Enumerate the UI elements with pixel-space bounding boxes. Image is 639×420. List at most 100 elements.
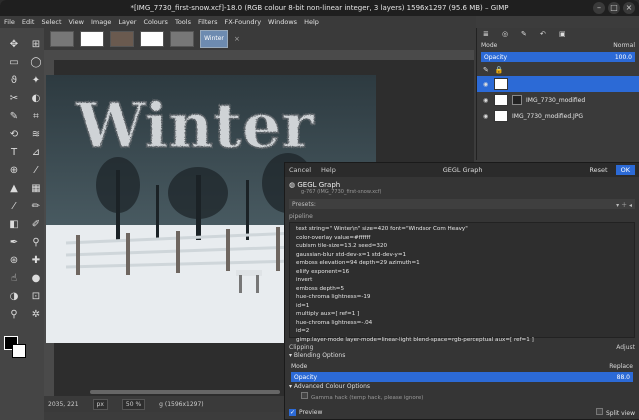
layer-thumbnail	[494, 78, 508, 90]
visibility-eye-icon[interactable]: ◉	[483, 97, 490, 104]
heal-tool-icon[interactable]: ✚	[28, 254, 44, 268]
color-picker-icon[interactable]: ⁄	[28, 164, 44, 178]
measure-tool-icon[interactable]: ⊿	[28, 146, 44, 160]
clone-tool-icon[interactable]: ⊛	[6, 254, 22, 268]
layer-row[interactable]: ◉ IMG_7730_modified.JPG	[477, 108, 639, 124]
image-tab-4[interactable]	[140, 31, 164, 47]
cancel-button[interactable]: Cancel	[289, 166, 311, 174]
bucket-fill-icon[interactable]: ▲	[6, 182, 22, 196]
close-tab-icon[interactable]: ×	[234, 36, 240, 43]
handle-transform-icon[interactable]: ⊡	[28, 290, 44, 304]
color-swatches[interactable]	[4, 336, 28, 360]
free-select-icon[interactable]: ϑ	[6, 74, 22, 88]
paths-tool-icon[interactable]: ✎	[6, 110, 22, 124]
undo-tab-icon[interactable]: ↶	[540, 30, 549, 38]
airbrush-icon[interactable]: ✐	[28, 218, 44, 232]
search-icon[interactable]: ⚲	[6, 308, 22, 322]
rect-select-icon[interactable]: ▭	[6, 56, 22, 70]
unified-transform-icon[interactable]: ⟲	[6, 128, 22, 142]
eraser-icon[interactable]: ◧	[6, 218, 22, 232]
background-color[interactable]	[12, 344, 26, 358]
split-view-checkbox[interactable]: Split view	[595, 407, 635, 417]
mypaint-brush-icon[interactable]: ⚲	[28, 236, 44, 250]
gamma-hack-checkbox[interactable]: Gamma hack (temp hack, please ignore)	[285, 392, 639, 401]
image-tab-2[interactable]	[80, 31, 104, 47]
move-tool-icon[interactable]: ✥	[6, 38, 22, 52]
reset-button[interactable]: Reset	[589, 166, 607, 174]
advanced-colour-label: Advanced Colour Options	[293, 383, 370, 390]
visibility-eye-icon[interactable]: ◉	[483, 113, 490, 120]
image-tab-1[interactable]	[50, 31, 74, 47]
brushes-tab-icon[interactable]: ▣	[559, 30, 568, 38]
presets-controls[interactable]: ▾ ＋ ◂	[616, 200, 632, 209]
gimp-window: *[IMG_7730_first-snow.xcf]-18.0 (RGB col…	[0, 0, 639, 420]
image-tab-5[interactable]	[170, 31, 194, 47]
ink-tool-icon[interactable]: ✒	[6, 236, 22, 250]
blur-tool-icon[interactable]: ●	[28, 272, 44, 286]
zoom-tool-icon[interactable]: ⊕	[6, 164, 22, 178]
unit-select[interactable]: px	[92, 398, 108, 410]
close-icon[interactable]: ×	[623, 2, 635, 14]
text-tool-icon[interactable]: T	[6, 146, 22, 160]
pencil-icon[interactable]: ✏	[28, 200, 44, 214]
split-view-box[interactable]	[595, 407, 603, 415]
preview-check-icon[interactable]: ✓	[289, 408, 296, 416]
lock-pixels-icon[interactable]: ✎	[483, 66, 489, 74]
foreground-select-icon[interactable]: ◐	[28, 92, 44, 106]
maximize-icon[interactable]: □	[608, 2, 620, 14]
menu-fx-foundry[interactable]: FX-Foundry	[224, 18, 261, 26]
paths-tab-icon[interactable]: ✎	[521, 30, 530, 38]
crop-tool-icon[interactable]: ⌗	[28, 110, 44, 124]
presets-row[interactable]: Presets: ▾ ＋ ◂	[289, 199, 635, 209]
layers-tab-icon[interactable]: ≣	[483, 30, 492, 38]
pipeline-textarea[interactable]: text string=" Winter\n" size=420 font="W…	[289, 222, 635, 343]
image-tab-3[interactable]	[110, 31, 134, 47]
smudge-tool-icon[interactable]: ☝	[6, 272, 22, 286]
preview-checkbox[interactable]: ✓ Preview	[289, 408, 322, 416]
clipping-select[interactable]: Adjust	[616, 344, 635, 351]
help-button[interactable]: Help	[321, 166, 336, 174]
menu-filters[interactable]: Filters	[198, 18, 217, 26]
menu-help[interactable]: Help	[304, 18, 319, 26]
gamma-checkbox-box[interactable]	[301, 392, 308, 399]
menu-windows[interactable]: Windows	[268, 18, 297, 26]
pipeline-line: color-overlay value=#ffffff	[296, 234, 371, 241]
pipeline-line: id=1	[296, 302, 310, 309]
blending-options-expander[interactable]: ▾ Blending Options	[285, 352, 639, 361]
minimize-icon[interactable]: –	[593, 2, 605, 14]
visibility-eye-icon[interactable]: ◉	[483, 81, 490, 88]
lock-alpha-icon[interactable]: 🔒	[495, 66, 504, 74]
dodge-burn-icon[interactable]: ◑	[6, 290, 22, 304]
gradient-tool-icon[interactable]: ▦	[28, 182, 44, 196]
layer-mode-select[interactable]: Normal	[613, 42, 635, 49]
align-tool-icon[interactable]: ⊞	[28, 38, 44, 52]
menu-select[interactable]: Select	[41, 18, 61, 26]
pipeline-label: pipeline	[289, 213, 313, 220]
gear-icon[interactable]: ✲	[28, 308, 44, 322]
layer-row[interactable]: ◉	[477, 76, 639, 92]
blend-mode-select[interactable]: Replace	[609, 363, 633, 370]
menu-image[interactable]: Image	[91, 18, 111, 26]
gamma-hack-label: Gamma hack (temp hack, please ignore)	[311, 395, 424, 401]
menu-layer[interactable]: Layer	[118, 18, 136, 26]
menu-edit[interactable]: Edit	[22, 18, 35, 26]
paintbrush-icon[interactable]: ⁄	[6, 200, 22, 214]
menu-tools[interactable]: Tools	[175, 18, 191, 26]
warp-transform-icon[interactable]: ≋	[28, 128, 44, 142]
scissors-icon[interactable]: ✂	[6, 92, 22, 106]
menu-file[interactable]: File	[4, 18, 15, 26]
fuzzy-select-icon[interactable]: ✦	[28, 74, 44, 88]
menu-colours[interactable]: Colours	[143, 18, 167, 26]
ok-button[interactable]: OK	[615, 165, 635, 175]
zoom-select[interactable]: 50 %	[121, 398, 146, 410]
layer-opacity-slider[interactable]: Opacity 100.0	[481, 52, 635, 62]
layer-thumbnail	[494, 94, 508, 106]
layer-row[interactable]: ◉ IMG_7730_modified	[477, 92, 639, 108]
image-tab-active[interactable]: Winter	[200, 30, 228, 48]
menu-view[interactable]: View	[69, 18, 84, 26]
ellipse-select-icon[interactable]: ◯	[28, 56, 44, 70]
advanced-colour-expander[interactable]: ▾ Advanced Colour Options	[285, 383, 639, 392]
horizontal-scrollbar[interactable]	[90, 390, 280, 394]
channels-tab-icon[interactable]: ◎	[502, 30, 511, 38]
blend-opacity-slider[interactable]: Opacity 88.0	[291, 372, 633, 382]
